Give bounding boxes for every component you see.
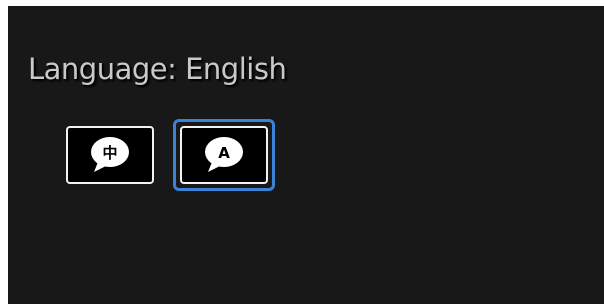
speech-bubble-icon: 中 xyxy=(91,137,129,172)
language-button-chinese[interactable]: 中 xyxy=(66,126,154,184)
language-settings-panel: Language: English 中 A xyxy=(8,6,604,304)
speech-bubble-icon: A xyxy=(205,137,243,172)
chinese-glyph: 中 xyxy=(102,144,117,162)
language-button-english[interactable]: A xyxy=(180,126,268,184)
english-glyph: A xyxy=(218,144,230,162)
page-title: Language: English xyxy=(28,52,287,86)
